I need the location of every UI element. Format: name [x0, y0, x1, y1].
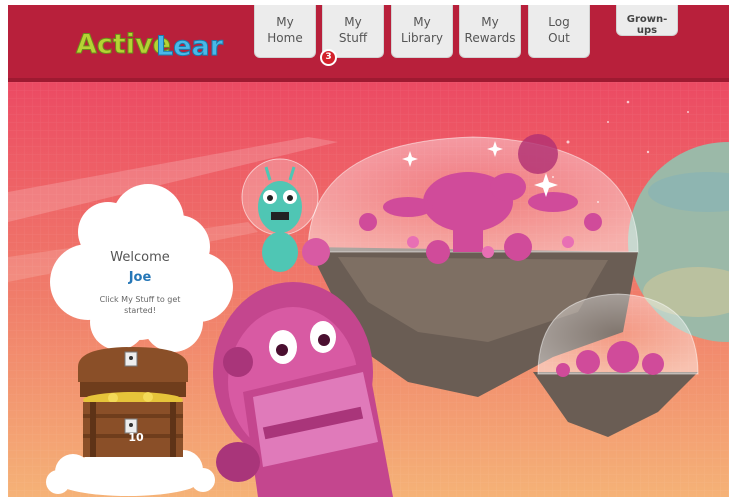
welcome-username: Joe [128, 270, 152, 285]
nav-log-out-line1: Log [548, 15, 570, 29]
nav-my-stuff-line1: My [344, 15, 362, 29]
welcome-message: Welcome Joe Click My Stuff to get starte… [70, 250, 210, 316]
activelearn-logo[interactable]: Active Learn [74, 21, 225, 63]
nav-my-rewards-line2: Rewards [464, 31, 516, 45]
welcome-title: Welcome [110, 250, 170, 265]
coin-count: 10 [128, 431, 144, 444]
nav-my-library-line2: Library [401, 31, 443, 45]
nav-my-home-button[interactable]: My Home [254, 5, 316, 58]
nav-my-library-button[interactable]: My Library [391, 5, 453, 58]
nav-my-rewards-button[interactable]: My Rewards [459, 5, 521, 58]
nav-my-home-line1: My [276, 15, 294, 29]
nav-my-library-line1: My [413, 15, 431, 29]
svg-text:Learn: Learn [156, 31, 224, 62]
welcome-hint: Click My Stuff to get started! [99, 295, 181, 315]
nav-my-stuff-line2: Stuff [338, 31, 368, 45]
nav-my-home-line2: Home [267, 31, 303, 45]
grown-ups-button[interactable]: Grown-ups [616, 5, 678, 36]
nav-log-out-button[interactable]: Log Out [528, 5, 590, 58]
nav-log-out-line2: Out [548, 31, 570, 45]
nav-my-rewards-line1: My [481, 15, 499, 29]
my-stuff-notification-badge: 3 [320, 49, 337, 66]
app-frame: Active Learn My Home My Stuff My Library… [8, 5, 729, 497]
